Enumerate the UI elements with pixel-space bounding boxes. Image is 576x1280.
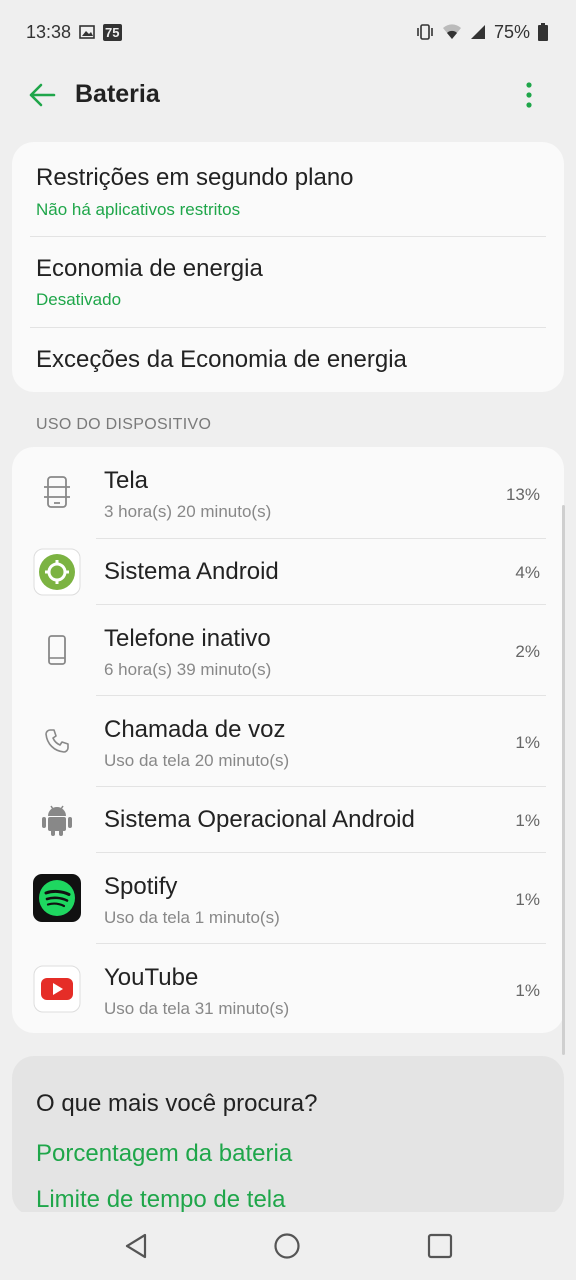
page-title: Bateria [75, 80, 160, 108]
nav-recents-button[interactable] [422, 1228, 458, 1264]
usage-item-detail: Uso da tela 20 minuto(s) [104, 751, 290, 770]
spotify-icon [32, 873, 82, 923]
usage-item-screen[interactable]: Tela 3 hora(s) 20 minuto(s) 13% [12, 447, 564, 538]
triangle-back-icon [125, 1233, 147, 1259]
screen-icon [32, 467, 82, 517]
notification-badge: 75 [103, 23, 122, 41]
usage-item-name: Spotify [104, 873, 178, 900]
usage-item-percent: 1% [515, 890, 540, 909]
usage-item-percent: 4% [515, 563, 540, 582]
back-arrow-icon [29, 83, 56, 107]
more-options-button[interactable] [514, 78, 544, 112]
phone-idle-icon [32, 625, 82, 675]
usage-item-detail: Uso da tela 31 minuto(s) [104, 999, 290, 1018]
android-robot-icon [32, 795, 82, 845]
suggestions-title: O que mais você procura? [36, 1090, 318, 1117]
setting-power-saving[interactable]: Economia de energia Desativado [12, 237, 564, 327]
back-button[interactable] [26, 79, 58, 111]
usage-item-percent: 1% [515, 981, 540, 1000]
setting-background-restrictions[interactable]: Restrições em segundo plano Não há aplic… [12, 142, 564, 236]
setting-title: Restrições em segundo plano [36, 164, 354, 191]
setting-subtitle: Desativado [36, 290, 122, 309]
usage-item-percent: 1% [515, 733, 540, 752]
usage-item-youtube[interactable]: YouTube Uso da tela 31 minuto(s) 1% [12, 944, 564, 1033]
link-battery-percentage[interactable]: Porcentagem da bateria [36, 1140, 292, 1168]
setting-power-saving-exceptions[interactable]: Exceções da Economia de energia [12, 328, 564, 392]
setting-title: Economia de energia [36, 255, 263, 282]
gallery-notification-icon [79, 24, 95, 40]
status-time: 13:38 [26, 21, 72, 42]
section-header-device-usage: USO DO DISPOSITIVO [36, 416, 212, 433]
setting-subtitle: Não há aplicativos restritos [36, 200, 241, 219]
battery-percent: 75% [493, 21, 530, 42]
battery-settings-card: Restrições em segundo plano Não há aplic… [12, 142, 564, 392]
usage-item-name: Chamada de voz [104, 716, 286, 743]
usage-item-percent: 1% [515, 811, 540, 830]
usage-item-android-system[interactable]: Sistema Android 4% [12, 539, 564, 604]
usage-item-name: Sistema Operacional Android [104, 806, 415, 833]
usage-item-spotify[interactable]: Spotify Uso da tela 1 minuto(s) 1% [12, 853, 564, 943]
usage-item-detail: 6 hora(s) 39 minuto(s) [104, 660, 272, 679]
usage-item-name: Telefone inativo [104, 625, 271, 652]
more-vert-icon [526, 82, 532, 108]
suggestions-card: O que mais você procura? Porcentagem da … [12, 1056, 564, 1216]
navigation-bar [0, 1212, 576, 1280]
device-usage-card: Tela 3 hora(s) 20 minuto(s) 13% Sistema … [12, 447, 564, 1033]
usage-item-phone-idle[interactable]: Telefone inativo 6 hora(s) 39 minuto(s) … [12, 605, 564, 695]
signal-icon [470, 24, 486, 40]
usage-item-detail: Uso da tela 1 minuto(s) [104, 908, 280, 927]
link-screen-time-limit[interactable]: Limite de tempo de tela [36, 1186, 285, 1214]
usage-item-detail: 3 hora(s) 20 minuto(s) [104, 502, 272, 521]
nav-back-button[interactable] [118, 1228, 154, 1264]
usage-item-android-os[interactable]: Sistema Operacional Android 1% [12, 787, 564, 852]
vibrate-icon [416, 24, 434, 40]
phone-call-icon [32, 716, 82, 766]
battery-icon [538, 23, 548, 41]
usage-item-name: Tela [104, 467, 149, 494]
circle-home-icon [274, 1233, 300, 1259]
usage-item-percent: 13% [505, 485, 540, 504]
square-recents-icon [427, 1233, 453, 1259]
usage-item-voice-call[interactable]: Chamada de voz Uso da tela 20 minuto(s) … [12, 696, 564, 786]
scrollbar[interactable] [562, 505, 565, 1055]
youtube-icon [32, 964, 82, 1014]
usage-item-percent: 2% [515, 642, 540, 661]
usage-item-name: YouTube [104, 964, 199, 991]
app-bar: Bateria [0, 64, 576, 126]
android-system-settings-icon [32, 547, 82, 597]
nav-home-button[interactable] [269, 1228, 305, 1264]
usage-item-name: Sistema Android [104, 558, 279, 585]
setting-title: Exceções da Economia de energia [36, 346, 407, 373]
wifi-icon [442, 24, 462, 40]
status-bar: 13:38 75 75% [0, 0, 576, 64]
